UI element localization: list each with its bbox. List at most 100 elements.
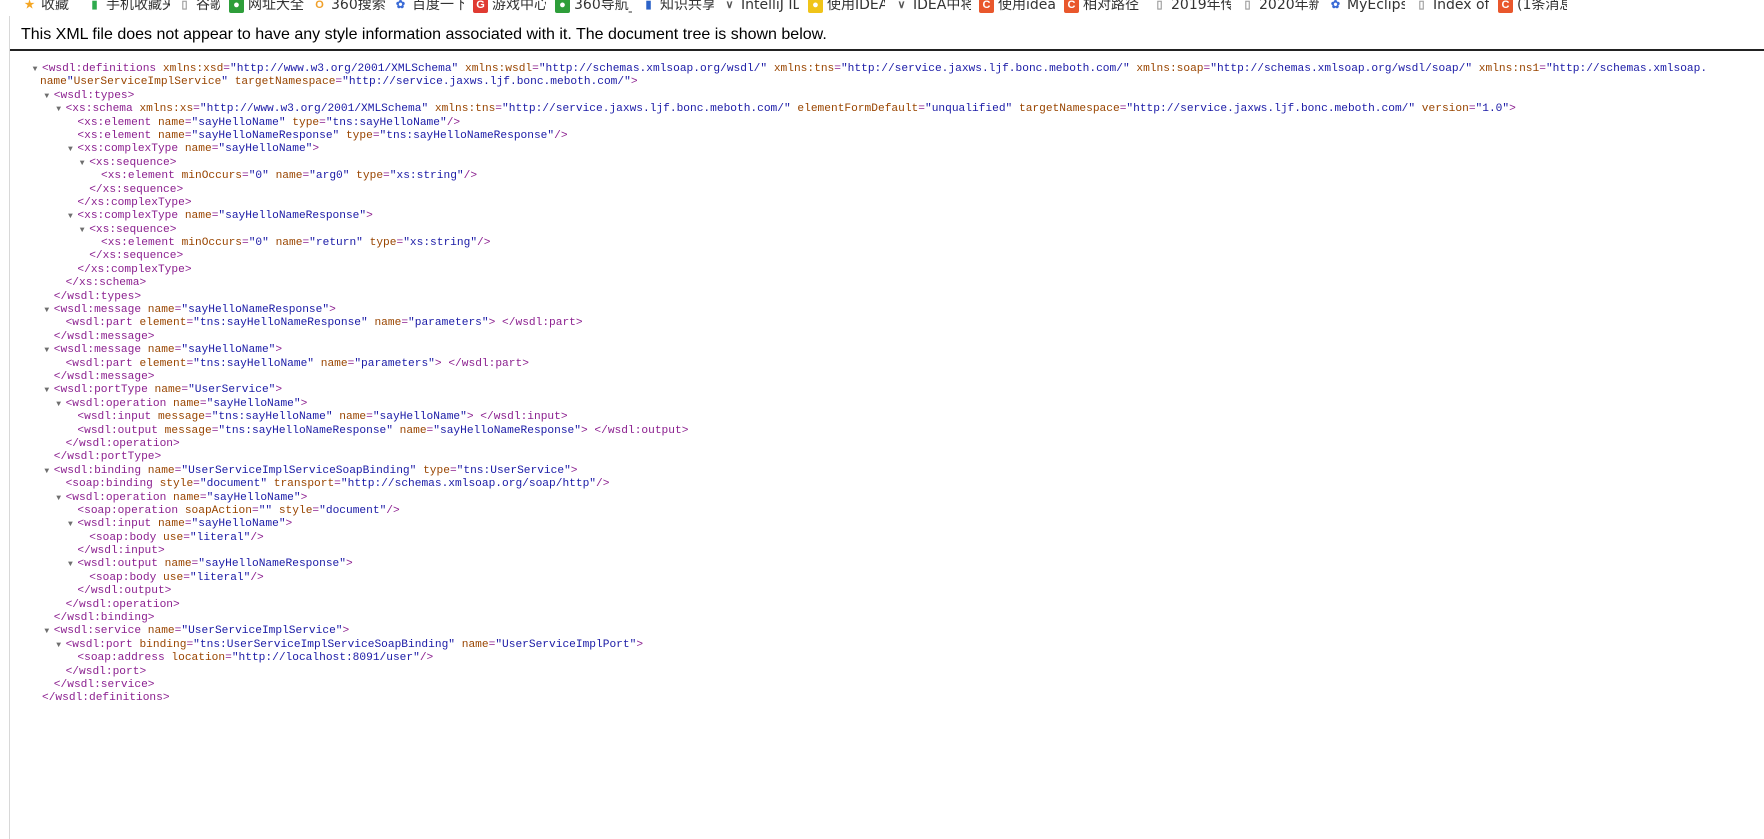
xml-line-text: <soap:operation soapAction="" style="doc… bbox=[77, 504, 400, 517]
bookmark-item[interactable]: ● 网址大全 bbox=[229, 0, 305, 15]
bulb-icon: ● bbox=[808, 0, 823, 13]
xml-line-text: <wsdl:message name="sayHelloNameResponse… bbox=[53, 304, 336, 317]
xml-line: </xs:schema> bbox=[18, 277, 1764, 290]
collapse-toggle-icon[interactable]: ▼ bbox=[54, 398, 64, 411]
xml-line: </xs:complexType> bbox=[18, 264, 1764, 277]
page-icon: ▯ bbox=[1244, 0, 1251, 11]
xml-line: ▼ <wsdl:port binding="tns:UserServiceImpl… bbox=[18, 639, 1764, 652]
bookmark-label: 360搜索 bbox=[331, 0, 385, 13]
bookmark-label: 网址大全 bbox=[248, 0, 304, 13]
xml-line: </wsdl:binding> bbox=[18, 612, 1764, 625]
bookmark-label: IDEA中将 bbox=[913, 0, 971, 13]
collapse-toggle-icon[interactable]: ▼ bbox=[54, 639, 64, 652]
xml-line: <soap:body use="literal"/> bbox=[18, 572, 1764, 585]
xml-line-text: <xs:schema xmlns:xs="http://www.w3.org/2… bbox=[65, 103, 1516, 116]
xml-line: <wsdl:part element="tns:sayHelloNameResp… bbox=[18, 317, 1764, 330]
collapse-toggle-icon[interactable]: ▼ bbox=[54, 103, 64, 116]
xml-line: </wsdl:portType> bbox=[18, 451, 1764, 464]
xml-line: </xs:sequence> bbox=[18, 184, 1764, 197]
collapse-toggle-icon[interactable]: ▼ bbox=[65, 518, 75, 531]
xml-line: ▼ <wsdl:portType name="UserService"> bbox=[18, 384, 1764, 397]
xml-line-text: </wsdl:operation> bbox=[65, 437, 180, 450]
xml-line: <wsdl:input message="tns:sayHelloName" n… bbox=[18, 411, 1764, 424]
bookmark-item[interactable]: G 游戏中心 bbox=[473, 0, 547, 15]
xml-line: </wsdl:service> bbox=[18, 679, 1764, 692]
baidu-paw-icon: ✿ bbox=[1330, 0, 1341, 11]
star-icon: ★ bbox=[24, 0, 35, 11]
xml-line-text: </wsdl:binding> bbox=[53, 612, 155, 625]
bookmark-label: Index of bbox=[1433, 0, 1489, 13]
bookmark-item[interactable]: ▯ 谷歌 bbox=[177, 0, 221, 15]
collapse-toggle-icon[interactable]: ▼ bbox=[42, 90, 52, 103]
bookmark-item[interactable]: ✿ MyEclips bbox=[1328, 0, 1406, 15]
xml-line-text: <wsdl:input message="tns:sayHelloName" n… bbox=[77, 411, 568, 424]
xml-info-message: This XML file does not appear to have an… bbox=[21, 26, 827, 43]
bookmark-label: 2020年新 bbox=[1259, 0, 1319, 13]
bookmark-label: 360导航_ bbox=[574, 0, 632, 13]
bookmark-item[interactable]: ★ 收藏 bbox=[22, 0, 82, 15]
xml-line: name"UserServiceImplService" targetNames… bbox=[18, 76, 1764, 89]
collapse-toggle-icon[interactable]: ▼ bbox=[65, 210, 75, 223]
bookmark-item[interactable]: ▮ 手机收藏夹 bbox=[87, 0, 171, 15]
xml-line: ▼ <xs:complexType name="sayHelloNameRespo… bbox=[18, 210, 1764, 223]
bookmark-item[interactable]: C 使用idea bbox=[979, 0, 1057, 15]
xml-line: ▼ <xs:sequence> bbox=[18, 157, 1764, 170]
collapse-toggle-icon[interactable]: ▼ bbox=[42, 625, 52, 638]
xml-line: <xs:element name="sayHelloName" type="tn… bbox=[18, 117, 1764, 130]
bookmark-label: 相对路径 bbox=[1083, 0, 1139, 13]
collapse-toggle-icon[interactable]: ▼ bbox=[42, 465, 52, 478]
bookmark-label: 游戏中心 bbox=[492, 0, 546, 13]
xml-line-text: </wsdl:input> bbox=[77, 545, 165, 558]
game-center-icon: G bbox=[473, 0, 488, 13]
collapse-toggle-icon[interactable]: ▼ bbox=[42, 304, 52, 317]
collapse-toggle-icon[interactable]: ▼ bbox=[54, 492, 64, 505]
web-directory-icon: ● bbox=[229, 0, 244, 13]
collapse-toggle-icon[interactable]: ▼ bbox=[65, 143, 75, 156]
xml-line: <wsdl:output message="tns:sayHelloNameRe… bbox=[18, 425, 1764, 438]
bookmark-item[interactable]: ∨ IntelliJ ID bbox=[722, 0, 800, 15]
bookmark-item[interactable]: ● 360导航_ bbox=[555, 0, 633, 15]
bookmark-label: 知识共享 bbox=[660, 0, 714, 13]
xml-line-text: </wsdl:operation> bbox=[65, 598, 180, 611]
xml-line-text: <wsdl:input name="sayHelloName"> bbox=[77, 518, 293, 531]
bookmark-item[interactable]: O 360搜索 bbox=[312, 0, 386, 15]
page-icon: ▯ bbox=[181, 0, 188, 11]
xml-line: </wsdl:input> bbox=[18, 545, 1764, 558]
collapse-toggle-icon[interactable]: ▼ bbox=[65, 558, 75, 571]
xml-info-banner: This XML file does not appear to have an… bbox=[10, 16, 1764, 51]
xml-line: ▼ <wsdl:output name="sayHelloNameResponse… bbox=[18, 558, 1764, 571]
bookmark-item[interactable]: ▮ 知识共享 bbox=[641, 0, 715, 15]
xml-line: ▼ <wsdl:input name="sayHelloName"> bbox=[18, 518, 1764, 531]
xml-line: ▼ <wsdl:types> bbox=[18, 90, 1764, 103]
xml-line: </xs:sequence> bbox=[18, 250, 1764, 263]
collapse-toggle-icon[interactable]: ▼ bbox=[77, 157, 87, 170]
xml-line: ▼ <wsdl:operation name="sayHelloName"> bbox=[18, 492, 1764, 505]
xml-line-text: <soap:body use="literal"/> bbox=[89, 531, 264, 544]
bookmark-item[interactable]: C 相对路径 bbox=[1064, 0, 1144, 15]
collapse-toggle-icon[interactable]: ▼ bbox=[42, 384, 52, 397]
collapse-toggle-icon[interactable]: ▼ bbox=[77, 224, 87, 237]
xml-line-text: </xs:complexType> bbox=[77, 263, 192, 276]
xml-line-text: <xs:sequence> bbox=[89, 223, 177, 236]
xml-line: ▼ <xs:schema xmlns:xs="http://www.w3.org/… bbox=[18, 103, 1764, 116]
xml-line-text: </wsdl:port> bbox=[65, 665, 147, 678]
bookmark-label: 使用idea bbox=[998, 0, 1056, 13]
xml-line-text: <xs:complexType name="sayHelloNameRespon… bbox=[77, 210, 373, 223]
bookmark-item[interactable]: C (1条消息 bbox=[1498, 0, 1568, 15]
xml-line-text: <wsdl:definitions xmlns:xsd="http://www.… bbox=[42, 63, 1708, 75]
collapse-toggle-icon[interactable]: ▼ bbox=[42, 344, 52, 357]
bookmark-item[interactable]: ▯ Index of bbox=[1414, 0, 1490, 15]
xml-line-text: <xs:element minOccurs="0" name="arg0" ty… bbox=[101, 170, 478, 183]
collapse-toggle-icon[interactable]: ▼ bbox=[30, 63, 40, 76]
bookmark-label: 百度一下 bbox=[412, 0, 464, 13]
bookmark-item[interactable]: ▯ 2020年新 bbox=[1240, 0, 1320, 15]
xml-line-text: <xs:element name="sayHelloNameResponse" … bbox=[77, 129, 568, 142]
page-icon: ▯ bbox=[1418, 0, 1425, 11]
bookmark-item[interactable]: ∨ IDEA中将 bbox=[894, 0, 972, 15]
xml-line-text: <wsdl:port binding="tns:UserServiceImplS… bbox=[65, 638, 644, 651]
bookmark-item[interactable]: ▯ 2019年传 bbox=[1152, 0, 1232, 15]
bookmark-item[interactable]: ✿ 百度一下 bbox=[393, 0, 465, 15]
xml-line: <soap:body use="literal"/> bbox=[18, 532, 1764, 545]
bookmark-item[interactable]: ● 使用IDEA bbox=[808, 0, 886, 15]
xml-line: </wsdl:types> bbox=[18, 291, 1764, 304]
